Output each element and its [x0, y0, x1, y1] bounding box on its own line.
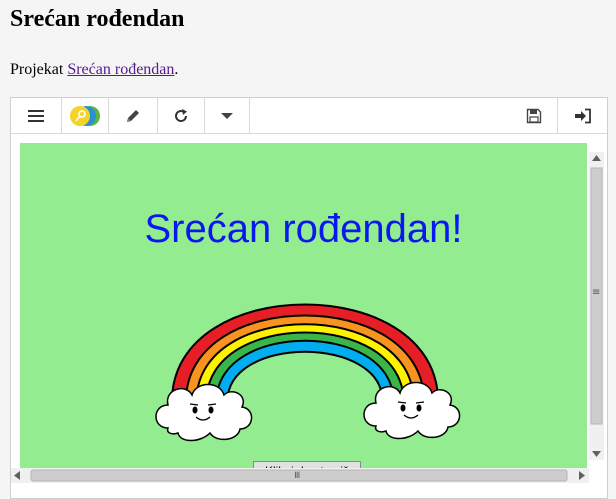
horizontal-scrollbar[interactable]: ≡	[11, 468, 589, 483]
restart-button[interactable]	[158, 98, 204, 133]
project-viewport: Srećan rođendan! ≡ ≡	[11, 134, 607, 498]
project-link[interactable]: Srećan rođendan	[67, 61, 174, 78]
vertical-scrollbar[interactable]: ≡	[589, 152, 604, 460]
rainbow-illustration	[155, 303, 461, 442]
edit-button[interactable]	[109, 98, 157, 133]
horizontal-grip: ≡	[291, 470, 303, 480]
floppy-icon	[526, 108, 542, 123]
scroll-left-icon	[14, 471, 20, 480]
toolbar	[11, 98, 607, 134]
save-button[interactable]	[511, 98, 557, 133]
caret-down-icon	[221, 112, 233, 119]
scroll-up-icon	[592, 155, 601, 161]
pencil-icon	[127, 109, 139, 122]
vertical-grip: ≡	[592, 287, 601, 298]
sign-in-icon	[575, 108, 591, 123]
hamburger-icon	[28, 109, 44, 122]
intro-suffix: .	[174, 61, 179, 78]
menu-button[interactable]	[11, 98, 61, 133]
left-cloud	[155, 383, 253, 442]
scroll-down-icon	[592, 451, 601, 457]
intro-text: Projekat Srećan rođendan.	[10, 61, 178, 79]
more-button[interactable]	[205, 98, 249, 133]
stage[interactable]: Srećan rođendan!	[20, 143, 587, 473]
intro-prefix: Projekat	[10, 61, 68, 78]
sign-in-button[interactable]	[558, 98, 607, 133]
refresh-icon	[175, 108, 188, 122]
project-frame: Srećan rođendan! ≡ ≡	[10, 97, 608, 499]
toggle-icon	[70, 105, 100, 126]
toggle-button[interactable]	[62, 98, 108, 133]
page-title: Srećan rođendan	[10, 6, 185, 32]
right-cloud	[363, 381, 461, 440]
scroll-right-icon	[579, 471, 585, 480]
